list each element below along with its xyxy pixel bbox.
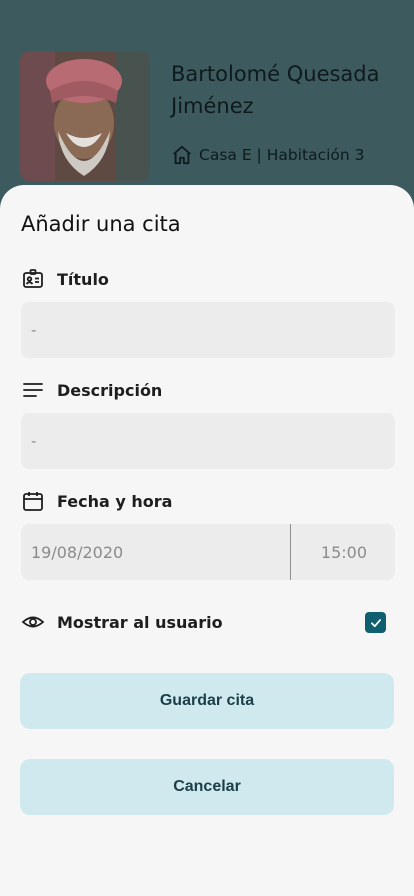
resident-avatar [20,51,150,181]
resident-location: Casa E | Habitación 3 [171,144,365,166]
datetime-fields: 19/08/2020 15:00 [21,524,395,580]
description-input[interactable]: - [21,413,395,469]
check-icon [370,618,381,627]
date-input[interactable]: 19/08/2020 [21,524,291,580]
title-input[interactable]: - [21,302,395,358]
title-label: Título [57,269,109,289]
save-appointment-button[interactable]: Guardar cita [20,673,394,729]
show-user-row: Mostrar al usuario [21,610,223,634]
datetime-label: Fecha y hora [57,491,173,511]
id-card-icon [23,269,43,288]
show-user-checkbox[interactable] [365,612,386,633]
add-appointment-sheet: Añadir una cita Título - Descripción - F… [0,185,414,896]
title-label-row: Título [21,267,109,291]
datetime-label-row: Fecha y hora [21,489,172,513]
description-label: Descripción [57,380,163,400]
time-input[interactable]: 15:00 [291,524,395,580]
eye-icon [21,616,45,628]
description-label-row: Descripción [21,378,162,402]
resident-location-text: Casa E | Habitación 3 [199,146,365,164]
resident-name: Bartolomé Quesada Jiménez [171,62,380,118]
calendar-icon [23,492,43,511]
cancel-button[interactable]: Cancelar [20,759,394,815]
show-user-label: Mostrar al usuario [57,612,223,632]
sheet-title: Añadir una cita [21,212,181,236]
home-icon [173,145,191,165]
text-lines-icon [23,383,43,397]
